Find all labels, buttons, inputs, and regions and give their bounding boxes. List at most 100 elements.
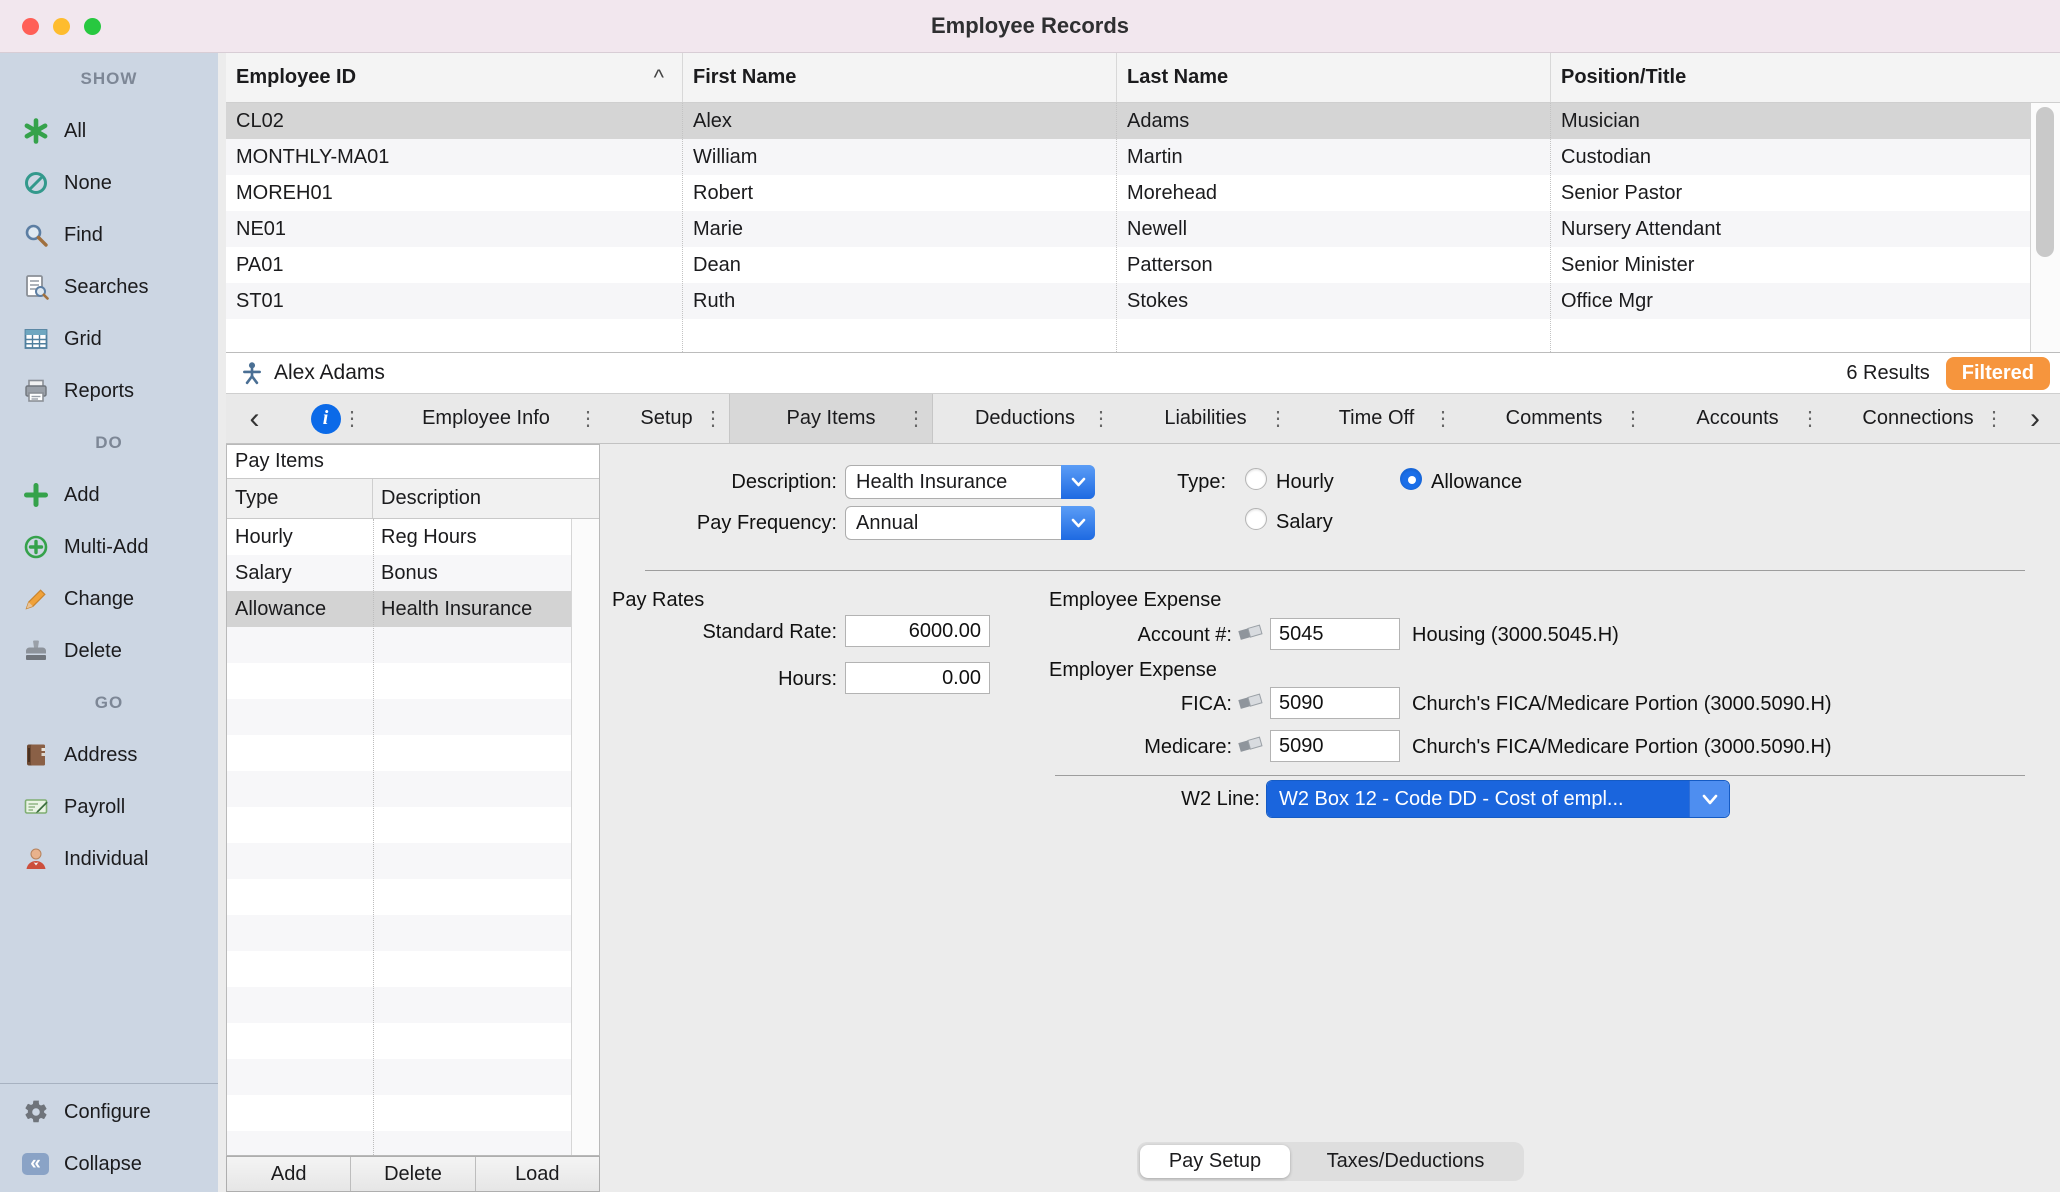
- close-button[interactable]: [22, 18, 39, 35]
- chevron-down-icon[interactable]: [1061, 465, 1095, 499]
- sidebar-item-all[interactable]: All: [0, 105, 218, 157]
- column-header-last-name[interactable]: Last Name: [1117, 53, 1551, 102]
- sidebar-item-searches[interactable]: Searches: [0, 261, 218, 313]
- sidebar-item-none[interactable]: None: [0, 157, 218, 209]
- column-header-type[interactable]: Type: [227, 479, 373, 518]
- type-radio-salary[interactable]: [1245, 508, 1267, 530]
- sidebar-item-configure[interactable]: Configure: [0, 1086, 218, 1138]
- employee-table-body: CL02 Alex Adams Musician MONTHLY-MA01 Wi…: [226, 103, 2060, 352]
- pay-item-row[interactable]: Allowance Health Insurance: [227, 591, 571, 627]
- employee-row[interactable]: MOREH01 Robert Morehead Senior Pastor: [226, 175, 2030, 211]
- hours-input[interactable]: [845, 662, 990, 694]
- tab-accounts[interactable]: Accounts⋮: [1649, 394, 1826, 443]
- sidebar-item-collapse[interactable]: « Collapse: [0, 1138, 218, 1190]
- delete-pay-item-button[interactable]: Delete: [351, 1157, 475, 1191]
- pay-items-scrollbar[interactable]: [571, 519, 599, 1155]
- w2-line-select[interactable]: W2 Box 12 - Code DD - Cost of empl...: [1266, 780, 1730, 818]
- column-header-first-name[interactable]: First Name: [683, 53, 1117, 102]
- pay-rates-title: Pay Rates: [612, 589, 704, 612]
- sidebar-item-grid[interactable]: Grid: [0, 313, 218, 365]
- type-option-label[interactable]: Salary: [1276, 511, 1333, 534]
- tab-employee-info[interactable]: Employee Info⋮: [368, 394, 604, 443]
- tab-menu-icon[interactable]: ⋮: [1433, 406, 1453, 431]
- sidebar-item-delete[interactable]: Delete: [0, 625, 218, 677]
- tab-info[interactable]: i ⋮: [283, 394, 368, 443]
- standard-rate-input[interactable]: [845, 615, 990, 647]
- fica-lookup-eraser-icon[interactable]: [1236, 690, 1264, 718]
- sidebar-item-reports[interactable]: Reports: [0, 365, 218, 417]
- chevron-down-icon[interactable]: [1689, 781, 1729, 817]
- pay-item-row[interactable]: Hourly Reg Hours: [227, 519, 571, 555]
- segment-taxes-deductions[interactable]: Taxes/Deductions: [1290, 1145, 1521, 1178]
- sort-asc-icon[interactable]: ^: [654, 65, 664, 91]
- zoom-button[interactable]: [84, 18, 101, 35]
- info-icon: i: [311, 404, 341, 434]
- description-combobox[interactable]: Health Insurance: [845, 465, 1095, 499]
- tab-connections[interactable]: Connections⋮: [1826, 394, 2010, 443]
- filtered-badge[interactable]: Filtered: [1946, 357, 2050, 390]
- tab-menu-icon[interactable]: ⋮: [1623, 406, 1643, 431]
- position-cell: Musician: [1551, 103, 2030, 139]
- tab-menu-icon[interactable]: ⋮: [1091, 406, 1111, 431]
- sidebar-item-label: Payroll: [64, 796, 125, 819]
- first-name-cell: Dean: [683, 247, 1117, 283]
- medicare-account-input[interactable]: [1270, 730, 1400, 762]
- hours-label: Hours:: [620, 668, 837, 691]
- employee-row[interactable]: CL02 Alex Adams Musician: [226, 103, 2030, 139]
- pay-frequency-value: Annual: [846, 512, 1062, 535]
- tab-setup[interactable]: Setup⋮: [604, 394, 729, 443]
- tabs-scroll-right-button[interactable]: ›: [2010, 394, 2060, 443]
- pay-item-row[interactable]: Salary Bonus: [227, 555, 571, 591]
- tabs-scroll-left-button[interactable]: ‹: [226, 394, 283, 443]
- sidebar-item-label: Multi-Add: [64, 536, 148, 559]
- sidebar-item-multi-add[interactable]: Multi-Add: [0, 521, 218, 573]
- tab-time-off[interactable]: Time Off⋮: [1294, 394, 1459, 443]
- tab-deductions[interactable]: Deductions⋮: [933, 394, 1117, 443]
- sidebar-item-add[interactable]: Add: [0, 469, 218, 521]
- sidebar-item-find[interactable]: Find: [0, 209, 218, 261]
- column-header-position-title[interactable]: Position/Title: [1551, 53, 2060, 102]
- tab-liabilities[interactable]: Liabilities⋮: [1117, 394, 1294, 443]
- type-radio-hourly[interactable]: [1245, 468, 1267, 490]
- tab-menu-icon[interactable]: ⋮: [578, 406, 598, 431]
- tab-menu-icon[interactable]: ⋮: [906, 406, 926, 431]
- sidebar-item-individual[interactable]: Individual: [0, 833, 218, 885]
- fica-account-input[interactable]: [1270, 687, 1400, 719]
- employee-row[interactable]: NE01 Marie Newell Nursery Attendant: [226, 211, 2030, 247]
- column-header-description[interactable]: Description: [373, 487, 571, 510]
- type-option-label[interactable]: Hourly: [1276, 471, 1334, 494]
- add-pay-item-button[interactable]: Add: [227, 1157, 351, 1191]
- last-name-cell: Stokes: [1117, 283, 1551, 319]
- tab-menu-icon[interactable]: ⋮: [1268, 406, 1288, 431]
- scrollbar-thumb[interactable]: [2036, 107, 2054, 257]
- employee-id-cell: PA01: [226, 247, 683, 283]
- tab-menu-icon[interactable]: ⋮: [1800, 406, 1820, 431]
- minimize-button[interactable]: [53, 18, 70, 35]
- load-pay-item-button[interactable]: Load: [476, 1157, 599, 1191]
- sidebar-item-change[interactable]: Change: [0, 573, 218, 625]
- type-option-label[interactable]: Allowance: [1431, 471, 1522, 494]
- employee-row[interactable]: PA01 Dean Patterson Senior Minister: [226, 247, 2030, 283]
- pay-frequency-combobox[interactable]: Annual: [845, 506, 1095, 540]
- column-header-employee-id[interactable]: Employee ID ^: [226, 53, 683, 102]
- tab-pay-items[interactable]: Pay Items⋮: [729, 394, 933, 443]
- account-number-input[interactable]: [1270, 618, 1400, 650]
- medicare-lookup-eraser-icon[interactable]: [1236, 733, 1264, 761]
- column-divider: [373, 519, 374, 1155]
- window-title: Employee Records: [0, 0, 2060, 52]
- tab-menu-icon[interactable]: ⋮: [703, 406, 723, 431]
- account-lookup-eraser-icon[interactable]: [1236, 621, 1264, 649]
- printer-icon: [22, 378, 49, 405]
- sidebar-item-payroll[interactable]: Payroll: [0, 781, 218, 833]
- employee-row[interactable]: MONTHLY-MA01 William Martin Custodian: [226, 139, 2030, 175]
- type-radio-allowance[interactable]: [1400, 468, 1422, 490]
- tab-menu-icon[interactable]: ⋮: [1984, 406, 2004, 431]
- table-scrollbar[interactable]: [2030, 103, 2060, 352]
- tab-comments[interactable]: Comments⋮: [1459, 394, 1649, 443]
- employee-row[interactable]: ST01 Ruth Stokes Office Mgr: [226, 283, 2030, 319]
- medicare-label: Medicare:: [1040, 736, 1232, 759]
- tab-menu-icon[interactable]: ⋮: [342, 406, 362, 431]
- segment-pay-setup[interactable]: Pay Setup: [1140, 1145, 1290, 1178]
- sidebar-item-address[interactable]: Address: [0, 729, 218, 781]
- chevron-down-icon[interactable]: [1061, 506, 1095, 540]
